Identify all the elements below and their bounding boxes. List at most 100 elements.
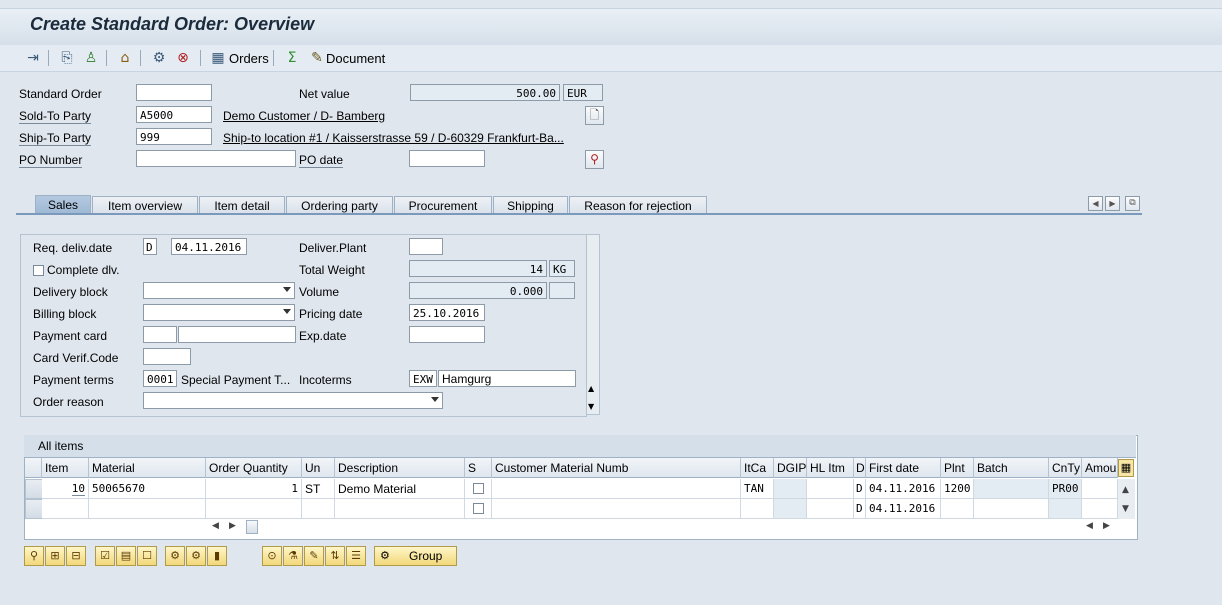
table-cell-s[interactable] — [465, 499, 492, 519]
table-cell-plnt[interactable] — [941, 499, 974, 519]
incoterms-location-field[interactable]: Hamgurg — [438, 370, 576, 387]
column-header-customer-material[interactable]: Customer Material Numb — [492, 458, 741, 478]
column-header-item[interactable]: Item — [42, 458, 89, 478]
column-header-hl-itm[interactable]: HL Itm — [807, 458, 854, 478]
column-header-un[interactable]: Un — [302, 458, 335, 478]
exp-date-field[interactable] — [409, 326, 485, 343]
table-cell-plnt[interactable]: 1200 — [941, 479, 974, 499]
copy-icon[interactable]: ⎘ — [58, 49, 76, 67]
insert-row-icon[interactable]: ⊞ — [45, 546, 65, 566]
sort-icon[interactable]: ⇅ — [325, 546, 345, 566]
item-conditions-icon[interactable]: ⚙ — [165, 546, 185, 566]
table-cell-s[interactable] — [465, 479, 492, 499]
pricing-icon[interactable]: ⚙ — [150, 49, 168, 67]
tab-list-icon[interactable]: ⧉ — [1125, 196, 1140, 211]
table-cell-hl-itm[interactable] — [807, 499, 854, 519]
select-block-icon[interactable]: ▤ — [116, 546, 136, 566]
tab-scroll-left-icon[interactable]: ◀ — [1088, 196, 1103, 211]
table-cell-customer-material[interactable] — [492, 479, 741, 499]
table-cell-un[interactable]: ST — [302, 479, 335, 499]
tab-procurement[interactable]: Procurement — [394, 196, 492, 214]
standard-order-field[interactable] — [136, 84, 212, 101]
tab-item-overview[interactable]: Item overview — [92, 196, 198, 214]
scroll-right-icon[interactable]: ▶ — [229, 521, 236, 531]
item-chart-icon[interactable]: ▮ — [207, 546, 227, 566]
scroll-left-icon[interactable]: ◀ — [212, 521, 219, 531]
scroll-right-icon[interactable]: ▶ — [1103, 521, 1110, 531]
ship-to-description[interactable]: Ship-to location #1 / Kaisserstrasse 59 … — [223, 131, 575, 145]
status-checkbox[interactable] — [473, 503, 484, 514]
orders-button[interactable]: Orders — [229, 51, 269, 66]
table-cell-amount[interactable] — [1082, 479, 1118, 499]
payment-card-number-field[interactable] — [178, 326, 296, 343]
table-cell-itca[interactable] — [741, 499, 774, 519]
status-checkbox[interactable] — [473, 483, 484, 494]
table-cell-material[interactable] — [89, 499, 206, 519]
table-cell-description[interactable]: Demo Material — [335, 479, 465, 499]
req-deliv-date-field[interactable]: 04.11.2016 — [171, 238, 247, 255]
delivery-block-dropdown[interactable] — [143, 282, 295, 299]
row-selector[interactable] — [25, 499, 43, 519]
scroll-up-icon[interactable]: ▲ — [1122, 485, 1129, 495]
date-format-field[interactable]: D — [143, 238, 157, 255]
table-cell-amount[interactable] — [1082, 499, 1118, 519]
deliver-plant-field[interactable] — [409, 238, 443, 255]
ship-to-field[interactable]: 999 — [136, 128, 212, 145]
table-cell-first-date[interactable]: 04.11.2016 — [866, 499, 941, 519]
column-header-description[interactable]: Description — [335, 458, 465, 478]
column-header-first-date[interactable]: First date — [866, 458, 941, 478]
sold-to-description[interactable]: Demo Customer / D- Bamberg — [223, 109, 563, 123]
sold-to-field[interactable]: A5000 — [136, 106, 212, 123]
table-cell-un[interactable] — [302, 499, 335, 519]
table-cell-quantity[interactable] — [206, 499, 302, 519]
scroll-up-icon[interactable]: ▲ — [588, 384, 594, 393]
tab-ordering-party[interactable]: Ordering party — [286, 196, 393, 214]
column-header-s[interactable]: S — [465, 458, 492, 478]
column-config-icon[interactable]: ▦ — [1118, 459, 1134, 477]
table-cell-d[interactable]: D — [854, 479, 866, 499]
deselect-all-icon[interactable]: ☐ — [137, 546, 157, 566]
column-header-cnty[interactable]: CnTy — [1049, 458, 1082, 478]
complete-dlv-checkbox[interactable] — [33, 265, 44, 276]
billing-block-dropdown[interactable] — [143, 304, 295, 321]
column-header-order-quantity[interactable]: Order Quantity — [206, 458, 302, 478]
edit-icon[interactable]: ✎ — [304, 546, 324, 566]
display-doc-icon[interactable]: ⇥ — [24, 49, 42, 67]
po-number-field[interactable] — [136, 150, 296, 167]
tab-reason-for-rejection[interactable]: Reason for rejection — [569, 196, 707, 214]
document-icon[interactable]: ✎ — [308, 49, 326, 67]
table-cell-description[interactable] — [335, 499, 465, 519]
table-cell-material[interactable]: 50065670 — [89, 479, 206, 499]
column-header-amount[interactable]: Amou — [1082, 458, 1118, 478]
table-cell-customer-material[interactable] — [492, 499, 741, 519]
payment-card-type-field[interactable] — [143, 326, 177, 343]
table-cell-quantity[interactable]: 1 — [206, 479, 302, 499]
tab-scroll-right-icon[interactable]: ▶ — [1105, 196, 1120, 211]
availability-icon[interactable]: ⊙ — [262, 546, 282, 566]
column-header-d[interactable]: D — [854, 458, 866, 478]
table-cell-batch[interactable] — [974, 499, 1049, 519]
item-number-link[interactable]: 10 — [71, 482, 85, 496]
table-cell-d[interactable]: D — [854, 499, 866, 519]
column-header-itca[interactable]: ItCa — [741, 458, 774, 478]
refresh-icon[interactable]: Σ — [283, 49, 301, 67]
scroll-down-icon[interactable]: ▼ — [1122, 504, 1129, 514]
card-verif-code-field[interactable] — [143, 348, 191, 365]
list-icon[interactable]: ☰ — [346, 546, 366, 566]
pricing-date-field[interactable]: 25.10.2016 — [409, 304, 485, 321]
group-button[interactable]: ⚙ Group — [374, 546, 457, 566]
column-header-material[interactable]: Material — [89, 458, 206, 478]
tab-item-detail[interactable]: Item detail — [199, 196, 285, 214]
tab-shipping[interactable]: Shipping — [493, 196, 568, 214]
scroll-down-icon[interactable]: ▼ — [588, 402, 594, 411]
table-cell-item[interactable]: 10 — [42, 479, 89, 499]
details-icon[interactable]: ⚲ — [24, 546, 44, 566]
orders-icon[interactable]: ▦ — [209, 49, 227, 67]
po-date-field[interactable] — [409, 150, 485, 167]
column-header-batch[interactable]: Batch — [974, 458, 1049, 478]
document-search-icon[interactable]: ⚲ — [585, 150, 604, 169]
select-all-icon[interactable]: ☑ — [95, 546, 115, 566]
order-reason-dropdown[interactable] — [143, 392, 443, 409]
scroll-left-icon[interactable]: ◀ — [1086, 521, 1093, 531]
table-cell-first-date[interactable]: 04.11.2016 — [866, 479, 941, 499]
